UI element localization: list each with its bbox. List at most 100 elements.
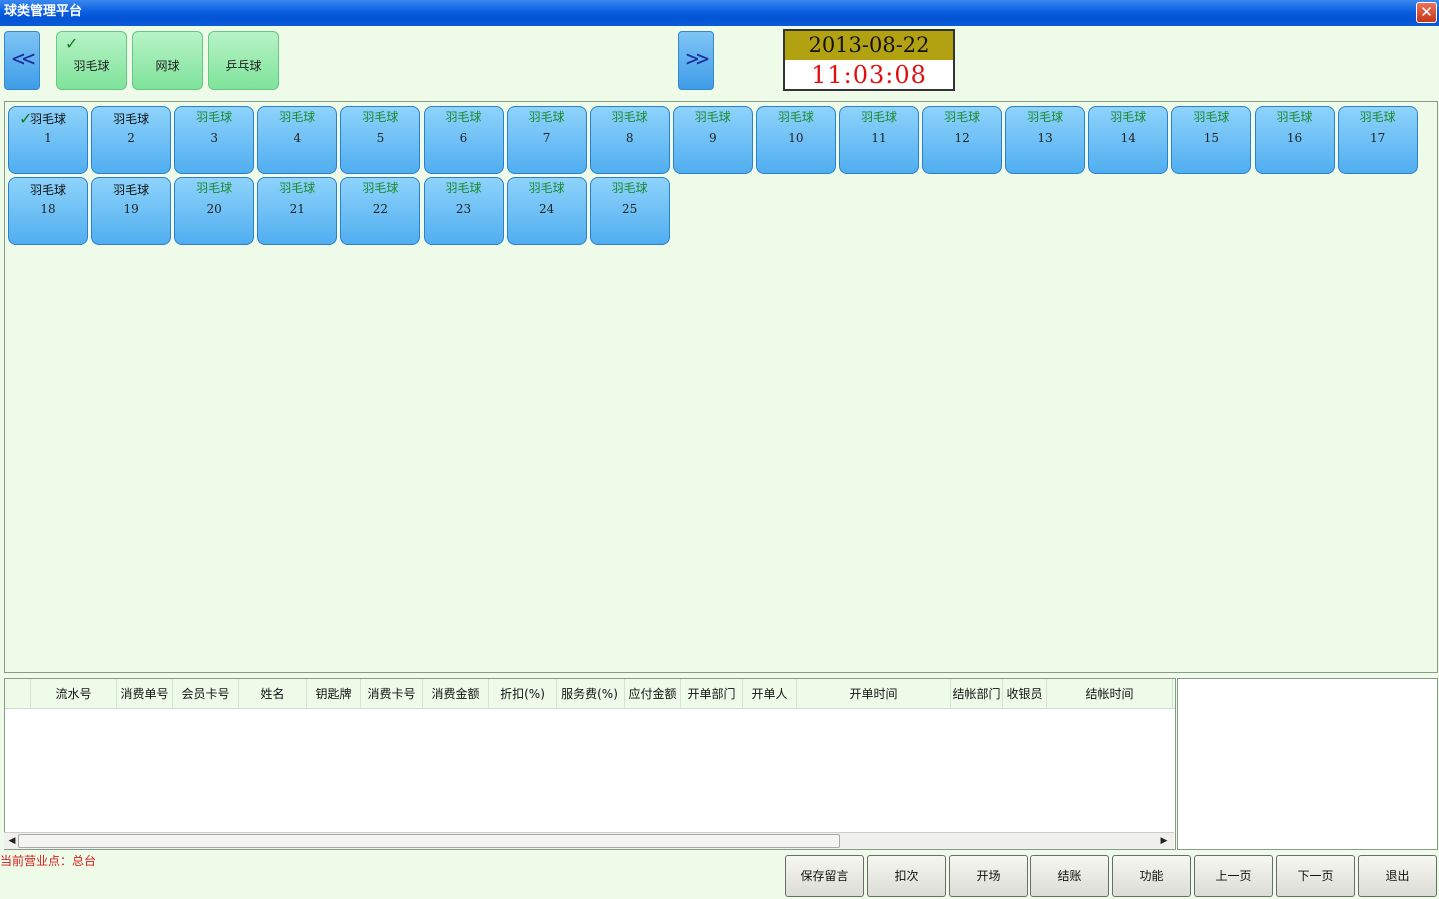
table-column-header[interactable]: 开单时间 — [797, 679, 951, 709]
court-type-label: 羽毛球 — [528, 110, 565, 124]
court-number: 16 — [1286, 131, 1303, 145]
court-number: 4 — [293, 131, 302, 145]
court-type-label: 羽毛球 — [1359, 110, 1396, 124]
court-button[interactable]: 羽毛球 20 — [174, 177, 255, 245]
scroll-thumb[interactable] — [18, 834, 840, 848]
category-label: 羽毛球 — [73, 59, 110, 73]
court-button[interactable]: 羽毛球 12 — [922, 106, 1003, 174]
court-button[interactable]: 羽毛球 14 — [1088, 106, 1169, 174]
court-number: 3 — [210, 131, 218, 145]
order-table: 流水号 消费单号 会员卡号 姓名 钥匙牌 消费卡号 消费金额 折扣(%) 服务费(%) 应付金额开… — [4, 678, 1176, 850]
court-type-label: 羽毛球 — [860, 110, 897, 124]
court-button[interactable]: ✓ 羽毛球 1 — [8, 106, 88, 174]
table-column-header[interactable]: 姓名 — [239, 679, 307, 709]
court-button[interactable]: 羽毛球 18 — [8, 177, 88, 245]
selected-check-icon: ✓ — [65, 34, 79, 53]
table-column-header[interactable]: 结帐时间 — [1047, 679, 1173, 709]
court-button[interactable]: 羽毛球 5 — [340, 106, 421, 174]
court-number: 7 — [542, 131, 551, 145]
table-column-header[interactable]: 开单部门 — [681, 679, 743, 709]
court-button[interactable]: 羽毛球 21 — [257, 177, 338, 245]
court-button[interactable]: 羽毛球 3 — [174, 106, 255, 174]
table-column-header[interactable]: 会员卡号 — [173, 679, 239, 709]
court-type-label: 羽毛球 — [1110, 110, 1147, 124]
court-number: 8 — [625, 131, 634, 145]
court-number: 20 — [206, 202, 222, 216]
court-button[interactable]: 羽毛球 19 — [91, 177, 172, 245]
court-type-label: 羽毛球 — [29, 183, 66, 197]
court-button[interactable]: 羽毛球 8 — [589, 106, 670, 174]
category-tab[interactable]: 网球 — [132, 31, 203, 90]
court-type-label: 羽毛球 — [279, 110, 316, 124]
action-button[interactable]: 结账 — [1030, 855, 1109, 897]
court-button[interactable]: 羽毛球 15 — [1171, 106, 1252, 174]
action-button[interactable]: 保存留言 — [785, 855, 864, 897]
court-button[interactable]: 羽毛球 10 — [755, 106, 836, 174]
court-type-label: 羽毛球 — [196, 181, 233, 195]
court-number: 6 — [459, 131, 468, 145]
court-type-label: 羽毛球 — [445, 181, 482, 195]
table-column-header[interactable] — [5, 679, 31, 709]
court-number: 18 — [40, 202, 56, 216]
table-column-header[interactable]: 流水号 — [31, 679, 117, 709]
court-button[interactable]: 羽毛球 4 — [257, 106, 338, 174]
action-button[interactable]: 扣次 — [867, 855, 946, 897]
court-number: 23 — [455, 202, 472, 216]
scroll-right-icon[interactable]: ▶ — [1158, 835, 1170, 847]
table-column-header[interactable] — [1173, 679, 1175, 709]
table-column-header[interactable]: 消费卡号 — [361, 679, 423, 709]
category-label: 乒乓球 — [225, 59, 262, 73]
court-button[interactable]: 羽毛球 22 — [340, 177, 421, 245]
court-type-label: 羽毛球 — [1027, 110, 1064, 124]
table-column-header[interactable]: 钥匙牌 — [307, 679, 361, 709]
court-type-label: 羽毛球 — [611, 181, 648, 195]
court-button[interactable]: 羽毛球 16 — [1254, 106, 1335, 174]
court-button[interactable]: 羽毛球 2 — [91, 106, 172, 174]
court-number: 25 — [622, 202, 638, 216]
table-column-header[interactable]: 开单人 — [743, 679, 797, 709]
court-button[interactable]: 羽毛球 9 — [672, 106, 753, 174]
table-header: 流水号 消费单号 会员卡号 姓名 钥匙牌 消费卡号 消费金额 折扣(%) 服务费(%) 应付金额开… — [5, 679, 1175, 709]
table-column-header[interactable]: 结帐部门 — [951, 679, 1003, 709]
next-category-button[interactable]: >> — [678, 31, 714, 90]
message-box[interactable] — [1177, 678, 1438, 850]
action-button[interactable]: 功能 — [1112, 855, 1191, 897]
category-tab[interactable]: 乒乓球 — [208, 31, 279, 90]
court-button[interactable]: 羽毛球 11 — [839, 106, 919, 174]
action-button[interactable]: 上一页 — [1194, 855, 1273, 897]
action-button[interactable]: 开场 — [949, 855, 1028, 897]
close-button[interactable]: ✕ — [1416, 2, 1437, 23]
court-type-label: 羽毛球 — [29, 112, 66, 126]
court-button[interactable]: 羽毛球 13 — [1005, 106, 1086, 174]
court-type-label: 羽毛球 — [694, 110, 731, 124]
court-type-label: 羽毛球 — [362, 110, 399, 124]
table-column-header[interactable]: 收银员 — [1003, 679, 1047, 709]
court-type-label: 羽毛球 — [1276, 110, 1313, 124]
court-button[interactable]: 羽毛球 17 — [1337, 106, 1418, 174]
court-button[interactable]: 羽毛球 25 — [589, 177, 670, 245]
court-type-label: 羽毛球 — [1193, 110, 1230, 124]
prev-category-button[interactable]: << — [4, 31, 40, 90]
main-area: << ✓ 羽毛球 网球 乒乓球 >> 2013-08-22 11:03:08 ✓ 羽毛球… — [0, 26, 1439, 899]
action-button[interactable]: 下一页 — [1276, 855, 1355, 897]
scroll-left-icon[interactable]: ◀ — [6, 835, 18, 847]
table-column-header[interactable]: 服务费(%) — [555, 679, 625, 709]
court-type-label: 羽毛球 — [362, 181, 399, 195]
category-tab[interactable]: ✓ 羽毛球 — [56, 31, 127, 90]
status-text: 当前营业点：总台 — [0, 854, 97, 868]
court-type-label: 羽毛球 — [611, 110, 648, 124]
court-button[interactable]: 羽毛球 6 — [423, 106, 504, 174]
table-column-header[interactable]: 应付金额 — [625, 679, 681, 709]
table-column-header[interactable]: 消费单号 — [117, 679, 173, 709]
horizontal-scrollbar[interactable]: ◀ ▶ — [4, 832, 1174, 849]
court-button[interactable]: 羽毛球 7 — [506, 106, 587, 174]
court-button[interactable]: 羽毛球 24 — [506, 177, 587, 245]
action-button[interactable]: 退出 — [1358, 855, 1437, 897]
court-button[interactable]: 羽毛球 23 — [423, 177, 504, 245]
court-number: 14 — [1120, 131, 1136, 145]
court-number: 9 — [708, 131, 717, 145]
table-column-header[interactable]: 折扣(%) — [489, 679, 557, 709]
table-column-header[interactable]: 消费金额 — [423, 679, 489, 709]
court-panel: ✓ 羽毛球 1 羽毛球 2 羽毛球 3 羽毛球 4 羽毛球 5 羽毛球 6 羽毛球 7 羽毛球 8 羽毛球 9 羽毛球… — [4, 101, 1438, 673]
court-number: 13 — [1037, 131, 1053, 145]
